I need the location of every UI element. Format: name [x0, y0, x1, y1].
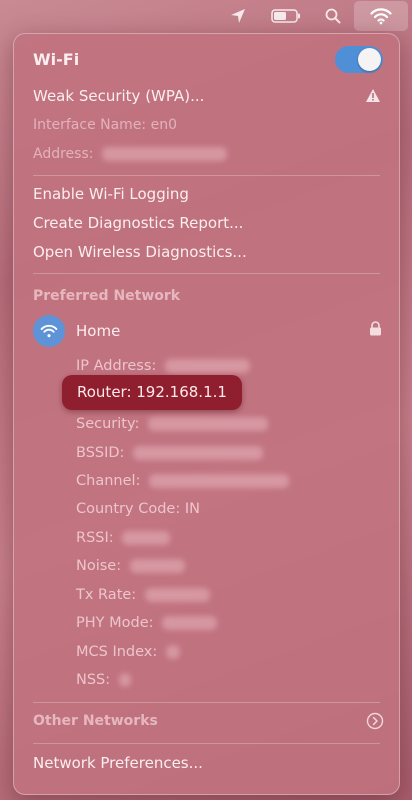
wifi-menu-panel: Wi-Fi Weak Security (WPA)... Interface N… [13, 33, 400, 795]
security-redacted [147, 417, 268, 431]
bssid-label: BSSID: [76, 445, 130, 461]
channel-redacted [149, 474, 290, 488]
channel-label: Channel: [76, 473, 146, 489]
tx-rate-row: Tx Rate: [76, 585, 210, 605]
ip-address-label: IP Address: [76, 358, 161, 374]
open-wireless-diagnostics-item[interactable]: Open Wireless Diagnostics... [33, 242, 247, 262]
security-warning-item[interactable]: Weak Security (WPA)... [33, 86, 204, 106]
phy-mode-row: PHY Mode: [76, 613, 218, 633]
mcs-index-label: MCS Index: [76, 644, 162, 660]
bssid-redacted [133, 446, 264, 460]
rssi-label: RSSI: [76, 530, 119, 546]
mcs-index-redacted [165, 645, 180, 659]
divider [33, 743, 380, 744]
address-row: Address: [33, 144, 227, 164]
address-redacted [101, 147, 227, 161]
other-networks-item[interactable]: Other Networks [33, 711, 158, 731]
mcs-index-row: MCS Index: [76, 642, 180, 662]
wifi-toggle[interactable] [335, 46, 383, 73]
preferred-network-header: Preferred Network [33, 288, 181, 304]
rssi-redacted [122, 531, 171, 545]
noise-redacted [129, 559, 185, 573]
router-detail: Router: 192.168.1.1 [77, 383, 227, 401]
divider [33, 702, 380, 703]
security-row: Security: [76, 414, 268, 434]
enable-wifi-logging-item[interactable]: Enable Wi-Fi Logging [33, 184, 189, 204]
noise-label: Noise: [76, 558, 126, 574]
address-label: Address: [33, 146, 98, 162]
divider [33, 175, 380, 176]
noise-row: Noise: [76, 556, 185, 576]
search-icon[interactable] [318, 0, 348, 32]
network-name-home[interactable]: Home [76, 321, 120, 341]
nss-label: NSS: [76, 672, 115, 688]
bssid-row: BSSID: [76, 443, 264, 463]
interface-name: Interface Name: en0 [33, 117, 177, 133]
battery-icon[interactable] [266, 0, 306, 32]
ip-address-row: IP Address: [76, 356, 250, 376]
rssi-row: RSSI: [76, 528, 171, 548]
chevron-right-icon[interactable] [366, 712, 384, 734]
divider [33, 273, 380, 274]
ip-address-redacted [164, 359, 250, 373]
network-wifi-icon [33, 315, 65, 347]
lock-icon [369, 321, 382, 340]
tx-rate-label: Tx Rate: [76, 587, 141, 603]
nss-redacted [118, 673, 131, 687]
location-arrow-icon[interactable] [222, 0, 254, 32]
phy-mode-label: PHY Mode: [76, 615, 159, 631]
menu-bar [0, 0, 412, 32]
network-preferences-item[interactable]: Network Preferences... [33, 753, 203, 773]
toggle-knob [358, 48, 381, 71]
wifi-title: Wi-Fi [33, 50, 80, 69]
wifi-icon[interactable] [354, 1, 408, 31]
country-code-row: Country Code: IN [76, 501, 200, 517]
create-diagnostics-report-item[interactable]: Create Diagnostics Report... [33, 213, 243, 233]
nss-row: NSS: [76, 670, 131, 690]
phy-mode-redacted [162, 616, 218, 630]
security-label: Security: [76, 416, 144, 432]
warning-icon [365, 88, 381, 107]
channel-row: Channel: [76, 471, 290, 491]
tx-rate-redacted [144, 588, 210, 602]
